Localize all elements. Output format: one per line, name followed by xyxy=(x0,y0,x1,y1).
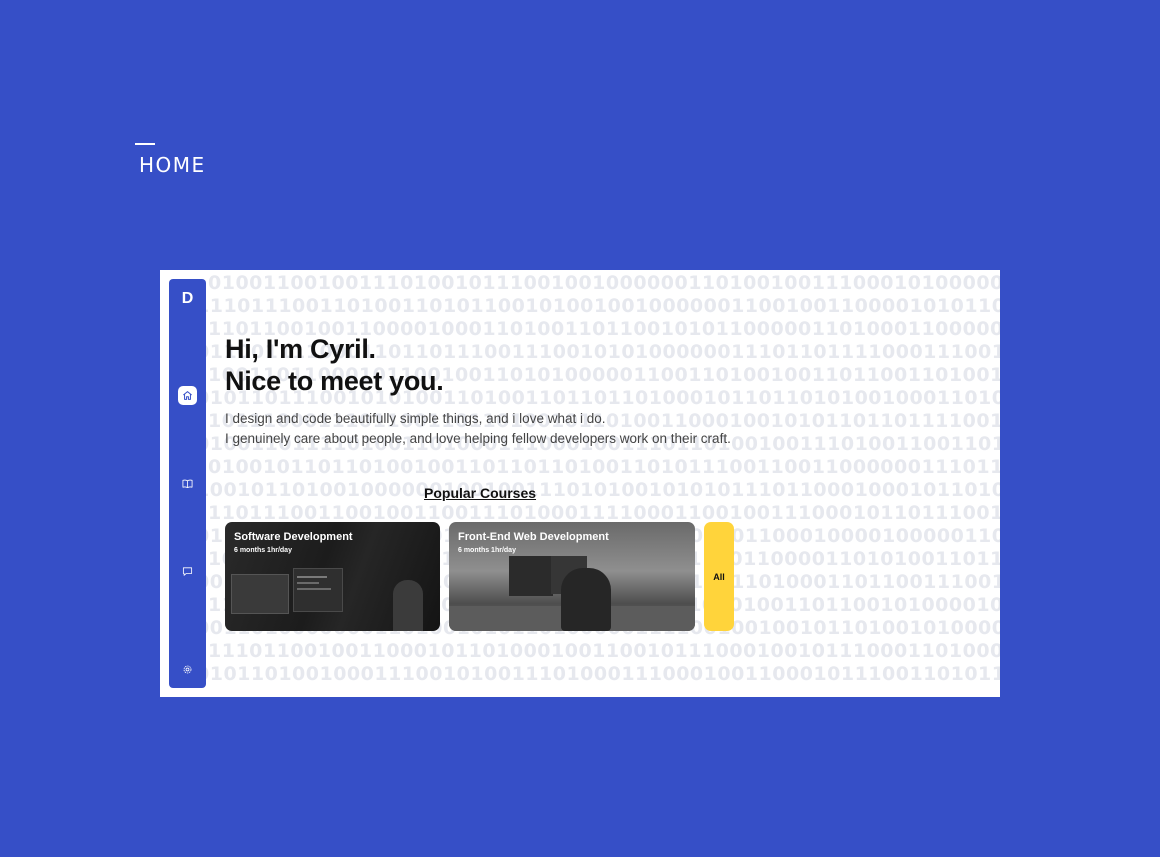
code-line xyxy=(297,588,331,590)
logo[interactable]: D xyxy=(169,290,206,308)
course-card-front-end-web-development[interactable]: Front-End Web Development 6 months 1hr/d… xyxy=(449,522,695,631)
hero-heading-line2: Nice to meet you. xyxy=(225,366,444,396)
person-image xyxy=(561,568,611,631)
nav-courses-button[interactable] xyxy=(178,474,197,493)
hero-heading: Hi, I'm Cyril. Nice to meet you. xyxy=(225,333,925,397)
course-card-software-development[interactable]: Software Development 6 months 1hr/day xyxy=(225,522,440,631)
course-meta: 6 months 1hr/day xyxy=(458,547,516,554)
nav-messages-button[interactable] xyxy=(178,562,197,581)
home-icon xyxy=(183,391,192,400)
all-courses-label: All xyxy=(713,571,725,582)
hero-intro-line1: I design and code beautifully simple thi… xyxy=(225,411,606,426)
popular-courses-heading: Popular Courses xyxy=(424,485,537,501)
section-title: HOME xyxy=(139,153,206,177)
nav-home-button[interactable] xyxy=(178,386,197,405)
monitor-image xyxy=(509,556,553,596)
all-courses-button[interactable]: All xyxy=(704,522,734,631)
hero: Hi, I'm Cyril. Nice to meet you. I desig… xyxy=(225,333,925,449)
section-dash xyxy=(135,143,155,145)
hero-heading-line1: Hi, I'm Cyril. xyxy=(225,334,376,364)
hero-intro-line2: I genuinely care about people, and love … xyxy=(225,431,731,446)
course-title: Front-End Web Development xyxy=(458,531,609,543)
nav-settings-button[interactable] xyxy=(178,660,197,679)
settings-icon xyxy=(183,665,192,674)
course-title: Software Development xyxy=(234,531,353,543)
monitor-image xyxy=(293,568,343,612)
website-preview: 0100110010011101001011100100100000011010… xyxy=(160,270,1000,697)
code-line xyxy=(297,576,327,578)
course-meta: 6 months 1hr/day xyxy=(234,547,292,554)
message-icon xyxy=(182,567,193,576)
book-icon xyxy=(182,479,193,489)
person-image xyxy=(393,580,423,631)
page: HOME 01001100100111010010111001001000000… xyxy=(0,0,1160,857)
sidebar: D xyxy=(169,279,206,688)
monitor-image xyxy=(231,574,289,614)
code-line xyxy=(297,582,319,584)
section-label: HOME xyxy=(135,143,206,177)
